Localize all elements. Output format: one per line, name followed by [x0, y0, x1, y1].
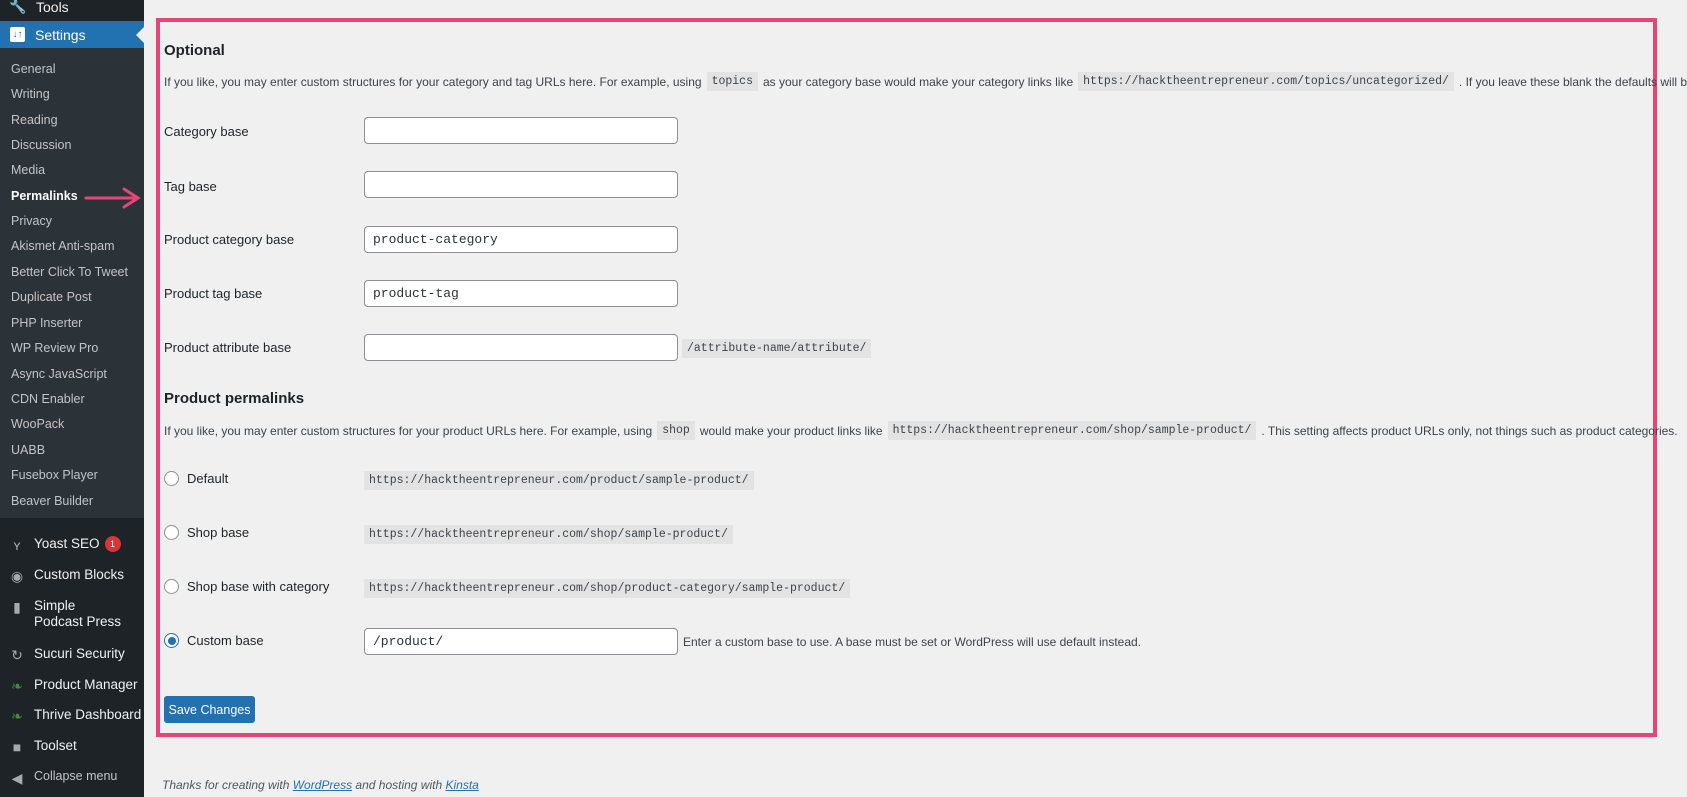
category-base-input[interactable]: [364, 117, 678, 144]
submenu-reading[interactable]: Reading: [11, 113, 58, 127]
custom-blocks-icon: ◉: [10, 567, 24, 584]
menu-settings[interactable]: ↓↑ Settings: [0, 21, 144, 48]
wrench-icon: 🔧: [9, 0, 27, 14]
menu-product-manager[interactable]: ❧ Product Manager: [0, 677, 144, 695]
submenu-wp-review-pro[interactable]: WP Review Pro: [11, 341, 98, 355]
radio-button[interactable]: [164, 579, 179, 594]
product-tag-base-input[interactable]: [364, 280, 678, 307]
submenu-media[interactable]: Media: [11, 163, 45, 177]
product-category-base-input[interactable]: [364, 226, 678, 253]
submenu-php-inserter[interactable]: PHP Inserter: [11, 316, 82, 330]
product-tag-base-label: Product tag base: [164, 286, 263, 301]
custom-base-hint: Enter a custom base to use. A base must …: [683, 635, 1142, 649]
settings-submenu: General Writing Reading Discussion Media…: [0, 48, 144, 518]
menu-thrive-dashboard[interactable]: ❧ Thrive Dashboard: [0, 707, 144, 725]
submenu-beaver-builder[interactable]: Beaver Builder: [11, 494, 93, 508]
optional-heading: Optional: [164, 42, 225, 59]
optional-description: If you like, you may enter custom struct…: [164, 72, 1687, 91]
radio-default[interactable]: Default: [164, 471, 228, 486]
radio-button-checked[interactable]: [164, 633, 179, 648]
product-category-base-label: Product category base: [164, 232, 295, 247]
submenu-writing[interactable]: Writing: [11, 87, 50, 101]
kinsta-link[interactable]: Kinsta: [446, 778, 479, 792]
attribute-base-suffix: /attribute-name/attribute/: [682, 339, 872, 358]
category-base-label: Category base: [164, 124, 249, 139]
menu-toolset[interactable]: ■ Toolset: [0, 738, 144, 756]
submenu-async-javascript[interactable]: Async JavaScript: [11, 367, 107, 381]
submenu-permalinks[interactable]: Permalinks: [11, 189, 78, 203]
product-permalinks-heading: Product permalinks: [164, 390, 305, 407]
custom-base-input[interactable]: [364, 628, 678, 655]
leaf-icon: ❧: [11, 677, 23, 694]
admin-footer: Thanks for creating with WordPress and h…: [162, 778, 479, 792]
radio-button[interactable]: [164, 471, 179, 486]
radio-shop-base-with-category[interactable]: Shop base with category: [164, 579, 329, 594]
menu-tools[interactable]: 🔧 Tools: [0, 0, 144, 20]
radio-shop-base[interactable]: Shop base: [164, 525, 249, 540]
submenu-privacy[interactable]: Privacy: [11, 214, 52, 228]
submenu-cdn-enabler[interactable]: CDN Enabler: [11, 392, 85, 406]
submenu-woopack[interactable]: WooPack: [11, 417, 64, 431]
submenu-akismet[interactable]: Akismet Anti-spam: [11, 239, 115, 253]
product-permalinks-description: If you like, you may enter custom struct…: [164, 421, 1678, 440]
collapse-menu-button[interactable]: ◀ Collapse menu: [0, 769, 144, 787]
submenu-better-click-to-tweet[interactable]: Better Click To Tweet: [11, 265, 128, 279]
menu-simple-podcast-press[interactable]: ▮ Simple Podcast Press: [0, 598, 144, 630]
submenu-fusebox-player[interactable]: Fusebox Player: [11, 468, 98, 482]
submenu-uabb[interactable]: UABB: [11, 443, 45, 457]
toolset-icon: ■: [12, 739, 22, 755]
wordpress-link[interactable]: WordPress: [293, 778, 352, 792]
submenu-general[interactable]: General: [11, 62, 55, 76]
product-attribute-base-input[interactable]: [364, 334, 678, 361]
leaf-icon: ❧: [11, 707, 23, 724]
sucuri-icon: ↻: [11, 646, 23, 663]
menu-sucuri-security[interactable]: ↻ Sucuri Security: [0, 646, 144, 664]
radio-button[interactable]: [164, 525, 179, 540]
save-changes-button[interactable]: Save Changes: [164, 696, 255, 723]
shop-base-example-url: https://hacktheentrepreneur.com/shop/sam…: [364, 525, 733, 544]
radio-custom-base[interactable]: Custom base: [164, 633, 264, 648]
tag-base-label: Tag base: [164, 179, 217, 194]
shop-base-category-example-url: https://hacktheentrepreneur.com/shop/pro…: [364, 579, 851, 598]
notification-badge: 1: [104, 536, 121, 552]
tag-base-input[interactable]: [364, 171, 678, 198]
settings-icon: ↓↑: [10, 27, 25, 42]
submenu-duplicate-post[interactable]: Duplicate Post: [11, 290, 92, 304]
menu-yoast-seo[interactable]: ʏ Yoast SEO 1: [0, 536, 144, 554]
product-attribute-base-label: Product attribute base: [164, 340, 292, 355]
podcast-icon: ▮: [13, 599, 21, 615]
collapse-icon: ◀: [11, 769, 23, 786]
submenu-discussion[interactable]: Discussion: [11, 138, 71, 152]
annotation-arrow: [84, 187, 141, 209]
admin-sidebar: 🔧 Tools ↓↑ Settings General Writing Readin…: [0, 0, 144, 797]
default-example-url: https://hacktheentrepreneur.com/product/…: [364, 471, 754, 490]
menu-custom-blocks[interactable]: ◉ Custom Blocks: [0, 567, 144, 585]
yoast-icon: ʏ: [13, 537, 21, 553]
